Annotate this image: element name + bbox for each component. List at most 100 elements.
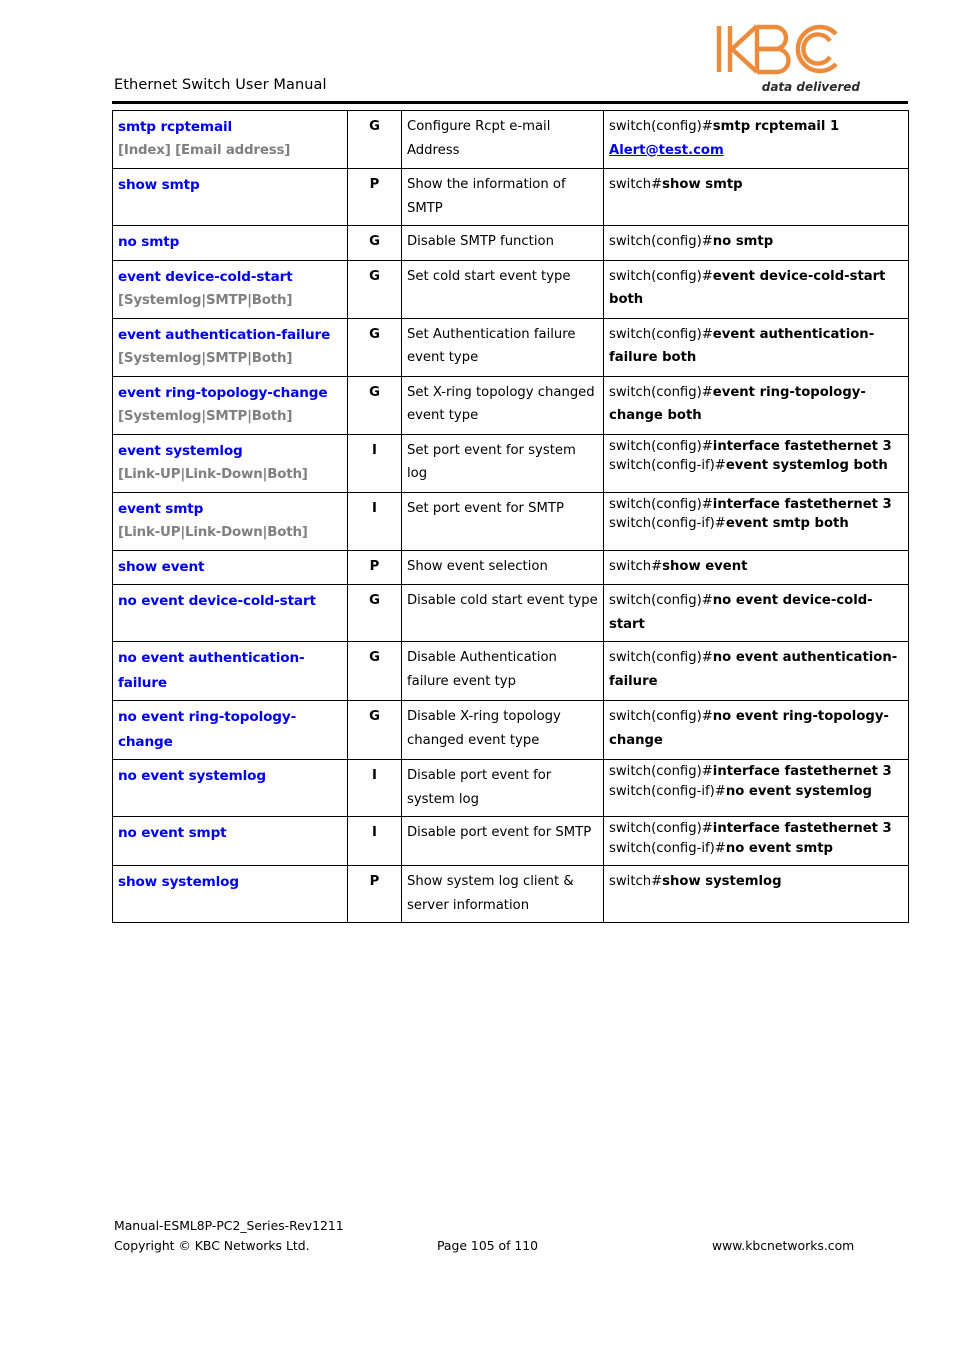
example-cell: switch(config)#interface fastethernet 3s… xyxy=(603,491,909,551)
example-prompt: switch(config)# xyxy=(609,326,713,342)
example-line: switch(config)#smtp rcptemail 1 xyxy=(609,115,903,139)
command-name[interactable]: event ring-topology-change xyxy=(118,381,342,405)
example-line: switch(config-if)#no event systemlog xyxy=(609,780,903,804)
header-divider xyxy=(112,101,908,104)
example-prompt: switch(config-if)# xyxy=(609,840,726,856)
example-cell: switch#show systemlog xyxy=(603,865,909,924)
mode-cell: P xyxy=(347,168,402,227)
table-row: event systemlog [Link-UP|Link-Down|Both] I… xyxy=(112,433,909,493)
command-name[interactable]: event smtp xyxy=(118,497,342,521)
table-row: event device-cold-start [Systemlog|SMTP|B… xyxy=(112,259,909,319)
command-cell: no event device-cold-start xyxy=(112,584,348,643)
example-command: interface fastethernet 3 xyxy=(712,496,892,512)
table-row: show smtp P Show the information of SMTP sw… xyxy=(112,168,909,227)
command-cell: no smtp xyxy=(112,225,348,261)
description-cell: Show the information of SMTP xyxy=(401,168,604,227)
table-row: show event P Show event selection switch#sh… xyxy=(112,549,909,586)
command-name[interactable]: event device-cold-start xyxy=(118,265,342,289)
example-line: switch#show systemlog xyxy=(609,870,903,894)
description-cell: Disable Authentication failure event typ xyxy=(401,641,604,702)
footer-website: www.kbcnetworks.com xyxy=(712,1238,855,1253)
mode-cell: G xyxy=(347,375,402,435)
command-name[interactable]: no event smpt xyxy=(118,821,342,845)
command-cell: event device-cold-start [Systemlog|SMTP|B… xyxy=(112,259,348,319)
command-name[interactable]: event authentication-failure xyxy=(118,323,342,347)
example-command: interface fastethernet 3 xyxy=(712,438,892,454)
example-cell: switch(config)#interface fastethernet 3s… xyxy=(603,433,909,493)
description-cell: Set port event for system log xyxy=(401,433,604,493)
mode-cell: G xyxy=(347,109,402,170)
mode-cell: I xyxy=(347,491,402,551)
footer-copyright: Copyright © KBC Networks Ltd. xyxy=(114,1238,310,1253)
example-line: switch(config)#interface fastethernet 3 xyxy=(609,439,903,455)
example-cell: switch(config)#no event device-cold-star… xyxy=(603,584,909,643)
table-row: show systemlog P Show system log client & … xyxy=(112,865,909,924)
mode-cell: I xyxy=(347,759,402,818)
example-command: no event smtp xyxy=(725,840,834,856)
example-line: switch(config-if)#event smtp both xyxy=(609,512,903,536)
table-row: no event device-cold-start G Disable cold … xyxy=(112,584,909,643)
example-line: switch(config)#event authentication-fail… xyxy=(609,323,903,370)
table-row: event ring-topology-change [Systemlog|SMT… xyxy=(112,375,909,435)
example-prompt: switch# xyxy=(609,177,663,193)
example-cell: switch(config)#no event ring-topology-ch… xyxy=(603,700,909,761)
example-command: interface fastethernet 3 xyxy=(712,821,892,837)
mode-cell: G xyxy=(347,584,402,643)
command-name[interactable]: event systemlog xyxy=(118,439,342,463)
command-reference-table: smtp rcptemail [Index] [Email address] G Co… xyxy=(112,109,909,924)
description-cell: Disable port event for SMTP xyxy=(401,816,604,867)
command-cell: show systemlog xyxy=(112,865,348,924)
logo-tagline: data delivered xyxy=(761,80,860,94)
example-line: switch(config)#interface fastethernet 3 xyxy=(609,764,903,780)
example-email-link[interactable]: Alert@test.com xyxy=(609,139,903,163)
command-name[interactable]: smtp rcptemail xyxy=(118,115,342,139)
table-row: event authentication-failure [Systemlog|S… xyxy=(112,317,909,377)
mode-cell: I xyxy=(347,433,402,493)
example-cell: switch(config)#event authentication-fail… xyxy=(603,317,909,377)
example-command: interface fastethernet 3 xyxy=(712,764,892,780)
description-cell: Set Authentication failure event type xyxy=(401,317,604,377)
command-cell: no event ring-topology-change xyxy=(112,700,348,761)
kbc-logo-icon xyxy=(716,24,838,75)
mode-cell: P xyxy=(347,865,402,924)
command-name[interactable]: no event systemlog xyxy=(118,764,342,788)
footer-page-number: Page 105 of 110 xyxy=(437,1238,539,1253)
command-name[interactable]: show systemlog xyxy=(118,870,342,894)
example-prompt: switch(config-if)# xyxy=(609,516,726,532)
command-name[interactable]: no event authentication-failure xyxy=(118,646,342,695)
example-line: switch(config)#event ring-topology-chang… xyxy=(609,381,903,428)
mode-cell: G xyxy=(347,317,402,377)
example-line: switch#show event xyxy=(609,555,903,579)
command-name[interactable]: show smtp xyxy=(118,173,342,197)
example-line: switch(config)#no event ring-topology-ch… xyxy=(609,705,903,752)
command-name[interactable]: no event device-cold-start xyxy=(118,589,342,613)
command-parameters: [Link-UP|Link-Down|Both] xyxy=(118,524,308,540)
example-prompt: switch(config)# xyxy=(609,234,713,250)
example-prompt: switch(config)# xyxy=(609,650,713,666)
example-command: no smtp xyxy=(712,234,774,250)
command-name[interactable]: no event ring-topology-change xyxy=(118,705,342,754)
command-cell: event authentication-failure [Systemlog|S… xyxy=(112,317,348,377)
example-command: show event xyxy=(662,558,748,574)
description-cell: Set cold start event type xyxy=(401,259,604,319)
example-prompt: switch# xyxy=(609,874,663,890)
table-row: no smtp G Disable SMTP function switch(conf… xyxy=(112,225,909,261)
example-line: switch(config)#interface fastethernet 3 xyxy=(609,497,903,513)
command-name[interactable]: no smtp xyxy=(118,230,342,254)
example-prompt: switch(config)# xyxy=(609,496,713,512)
example-prompt: switch(config-if)# xyxy=(609,783,726,799)
example-line: switch(config-if)#no event smtp xyxy=(609,837,903,861)
example-line: switch(config-if)#event systemlog both xyxy=(609,454,903,478)
example-cell: switch(config)#no event authentication-f… xyxy=(603,641,909,702)
description-cell: Set X-ring topology changed event type xyxy=(401,375,604,435)
example-cell: switch(config)#event ring-topology-chang… xyxy=(603,375,909,435)
command-cell: event smtp [Link-UP|Link-Down|Both] xyxy=(112,491,348,551)
example-cell: switch#show event xyxy=(603,549,909,586)
page-title: Ethernet Switch User Manual xyxy=(114,77,327,93)
example-prompt: switch(config)# xyxy=(609,119,713,134)
footer-manual-id: Manual-ESML8P-PC2_Series-Rev1211 xyxy=(114,1218,344,1233)
table-row: no event ring-topology-change G Disable X-… xyxy=(112,700,909,761)
example-line: switch(config)#no event device-cold-star… xyxy=(609,589,903,636)
command-name[interactable]: show event xyxy=(118,555,342,579)
example-command: smtp rcptemail 1 xyxy=(712,119,840,134)
